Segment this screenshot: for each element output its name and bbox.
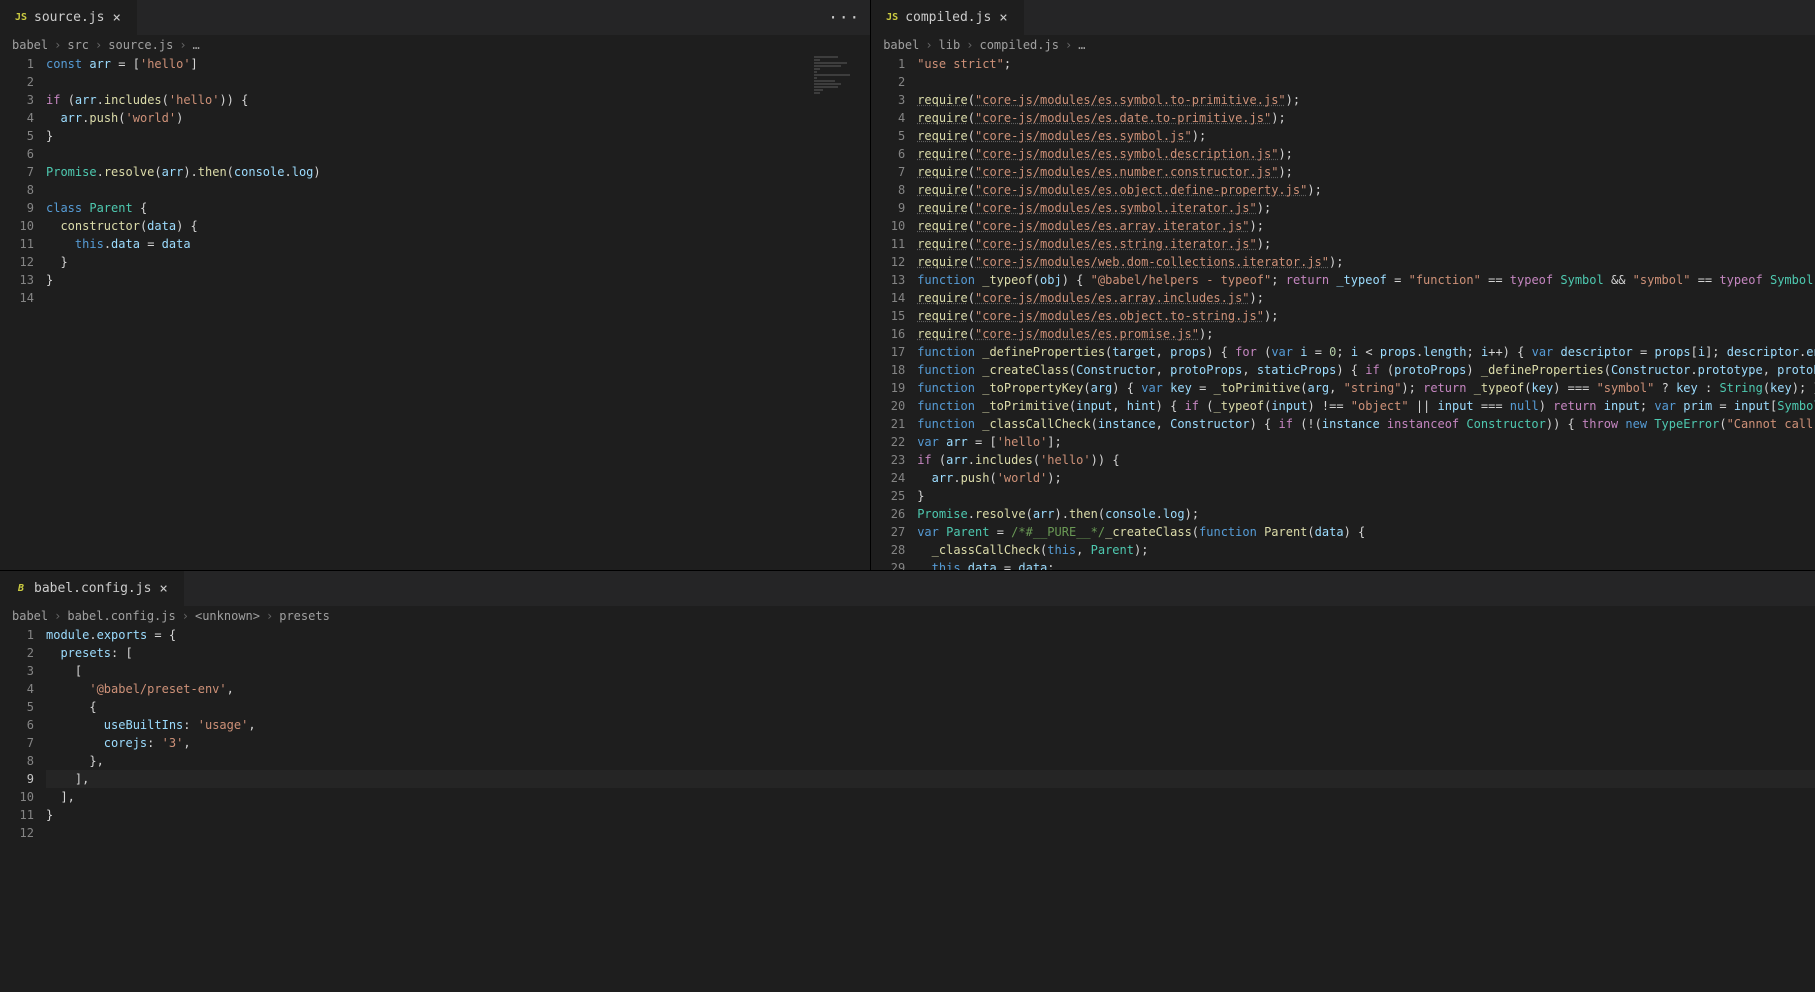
tab-label: source.js	[34, 10, 104, 25]
breadcrumb-segment[interactable]: babel	[12, 609, 48, 623]
breadcrumb-segment[interactable]: source.js	[108, 38, 173, 52]
breadcrumb[interactable]: babel›src›source.js›…	[0, 35, 870, 55]
babel-icon: B	[14, 582, 28, 596]
tab-babel-config[interactable]: B babel.config.js ×	[0, 571, 184, 606]
breadcrumb-segment[interactable]: babel	[12, 38, 48, 52]
js-icon: JS	[14, 11, 28, 25]
close-icon[interactable]: ×	[110, 10, 122, 26]
breadcrumb-segment[interactable]: compiled.js	[979, 38, 1058, 52]
breadcrumb-segment[interactable]: …	[1078, 38, 1085, 52]
breadcrumb-segment[interactable]: src	[67, 38, 89, 52]
breadcrumb-segment[interactable]: babel	[883, 38, 919, 52]
editor-pane-compiled: JS compiled.js × babel›lib›compiled.js›……	[871, 0, 1815, 570]
tab-label: babel.config.js	[34, 581, 151, 596]
close-icon[interactable]: ×	[997, 10, 1009, 26]
tab-bar-bottom: B babel.config.js ×	[0, 571, 1815, 606]
tab-label: compiled.js	[905, 10, 991, 25]
breadcrumb[interactable]: babel›lib›compiled.js›…	[871, 35, 1815, 55]
editor-pane-source: JS source.js × ··· babel›src›source.js›……	[0, 0, 871, 570]
breadcrumb-segment[interactable]: presets	[279, 609, 330, 623]
js-icon: JS	[885, 11, 899, 25]
editor-config[interactable]: 123456789101112 module.exports = { prese…	[0, 626, 1815, 992]
line-gutter: 123456789101112	[0, 626, 46, 992]
breadcrumb-segment[interactable]: lib	[939, 38, 961, 52]
tab-bar-right: JS compiled.js ×	[871, 0, 1815, 35]
line-gutter: 1234567891011121314	[0, 55, 46, 570]
breadcrumb-segment[interactable]: …	[193, 38, 200, 52]
code-area[interactable]: module.exports = { presets: [ [ '@babel/…	[46, 626, 1815, 992]
breadcrumb-segment[interactable]: babel.config.js	[67, 609, 175, 623]
close-icon[interactable]: ×	[157, 581, 169, 597]
editor-source[interactable]: 1234567891011121314 const arr = ['hello'…	[0, 55, 870, 570]
tab-bar-left: JS source.js × ···	[0, 0, 870, 35]
code-area[interactable]: const arr = ['hello'] if (arr.includes('…	[46, 55, 870, 570]
editor-compiled[interactable]: 1234567891011121314151617181920212223242…	[871, 55, 1815, 570]
breadcrumb[interactable]: babel›babel.config.js›<unknown>›presets	[0, 606, 1815, 626]
code-area[interactable]: "use strict"; require("core-js/modules/e…	[917, 55, 1815, 570]
tab-source-js[interactable]: JS source.js ×	[0, 0, 137, 35]
editor-pane-config: B babel.config.js × babel›babel.config.j…	[0, 570, 1815, 992]
breadcrumb-segment[interactable]: <unknown>	[195, 609, 260, 623]
line-gutter: 1234567891011121314151617181920212223242…	[871, 55, 917, 570]
more-actions-icon[interactable]: ···	[828, 8, 860, 27]
tab-compiled-js[interactable]: JS compiled.js ×	[871, 0, 1024, 35]
